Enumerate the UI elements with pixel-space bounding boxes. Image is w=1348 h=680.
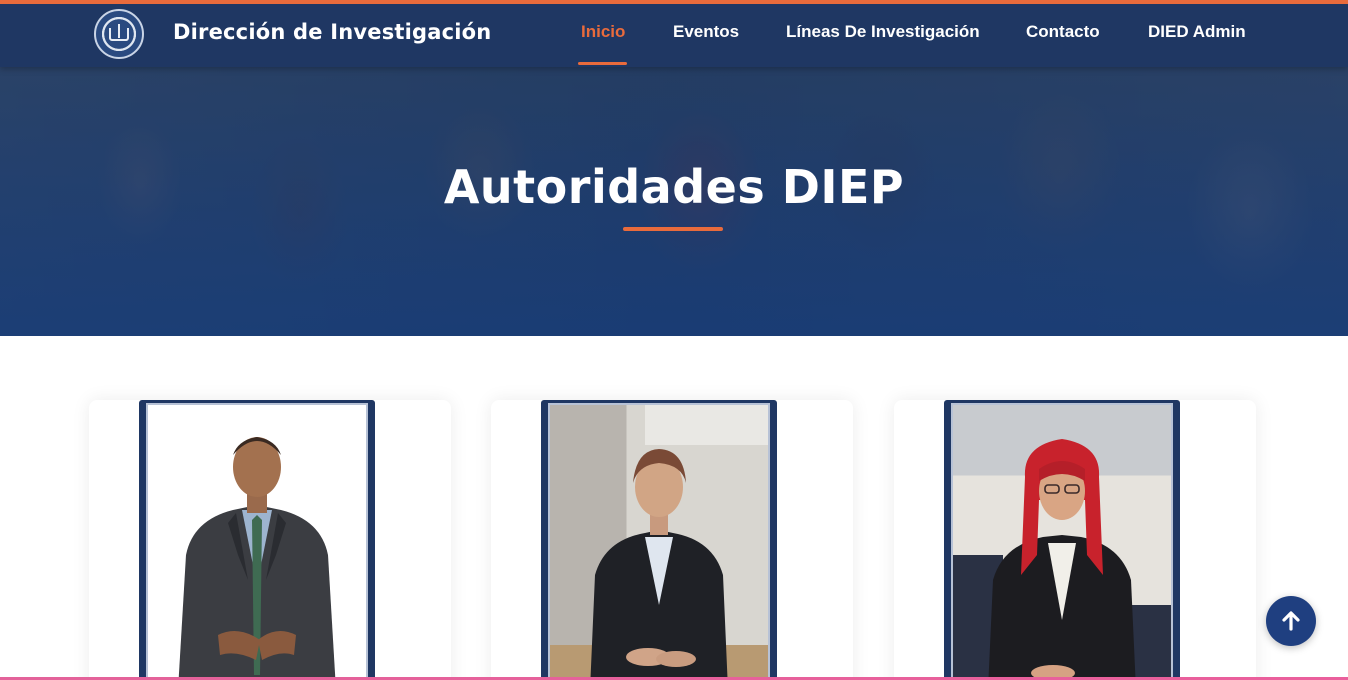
title-underline [623, 227, 723, 231]
authority-card-3[interactable] [894, 400, 1256, 680]
top-navbar: Dirección de Investigación Inicio Evento… [0, 0, 1348, 67]
authority-photo-3 [953, 405, 1171, 680]
active-nav-indicator [578, 62, 627, 65]
portrait-frame [944, 400, 1180, 680]
authority-card-2[interactable] [491, 400, 853, 680]
brand-title[interactable]: Dirección de Investigación [173, 20, 491, 44]
authority-photo-2 [550, 405, 768, 680]
authority-photo-1 [148, 405, 366, 680]
hero-banner: Autoridades DIEP [0, 63, 1348, 336]
nav-item-died-admin[interactable]: DIED Admin [1148, 22, 1246, 42]
portrait-frame [139, 400, 375, 680]
nav-item-eventos[interactable]: Eventos [673, 22, 739, 42]
nav-item-lineas[interactable]: Líneas De Investigación [786, 22, 980, 42]
portrait-frame [541, 400, 777, 680]
authority-card-1[interactable] [89, 400, 451, 680]
nav-item-contacto[interactable]: Contacto [1026, 22, 1100, 42]
arrow-up-icon [1282, 611, 1300, 631]
nav-item-inicio[interactable]: Inicio [581, 22, 625, 42]
institution-logo-icon[interactable] [94, 9, 144, 59]
back-to-top-button[interactable] [1266, 596, 1316, 646]
page-title: Autoridades DIEP [443, 160, 905, 214]
